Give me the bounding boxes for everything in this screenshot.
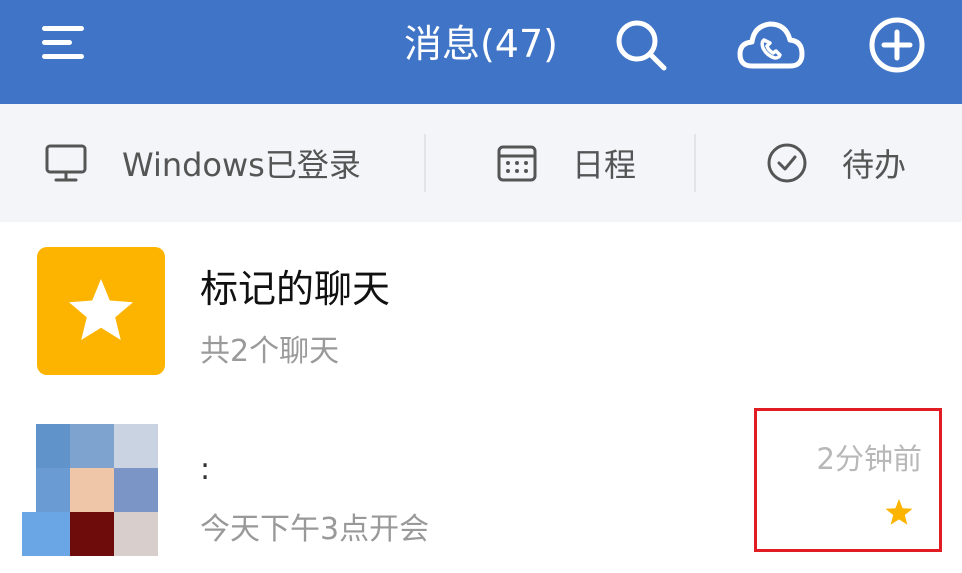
search-button[interactable] xyxy=(610,14,672,76)
chat-preview: 今天下午3点开会 xyxy=(200,512,430,547)
plus-circle-icon xyxy=(869,17,925,73)
check-circle-icon xyxy=(767,143,807,183)
starred-chats-title: 标记的聊天 xyxy=(200,267,391,311)
divider xyxy=(424,134,426,192)
monitor-icon xyxy=(45,144,87,182)
avatar xyxy=(22,424,164,556)
chat-name: : xyxy=(200,452,211,487)
cloud-call-button[interactable] xyxy=(736,14,806,76)
quick-access-bar: Windows已登录 日程 待办 xyxy=(0,104,962,223)
todo-button[interactable]: 待办 xyxy=(766,104,906,222)
starred-avatar xyxy=(37,247,165,375)
top-bar: 消息(47) xyxy=(0,0,962,104)
windows-login-label: Windows已登录 xyxy=(122,146,361,184)
menu-icon xyxy=(42,26,84,59)
windows-login-status[interactable]: Windows已登录 xyxy=(44,104,361,222)
search-icon xyxy=(616,20,667,71)
highlight-box xyxy=(754,408,942,552)
starred-chats-count: 共2个聊天 xyxy=(200,334,340,369)
page-title: 消息(47) xyxy=(403,22,558,66)
todo-label: 待办 xyxy=(842,146,907,184)
schedule-label: 日程 xyxy=(572,146,637,184)
schedule-button[interactable]: 日程 xyxy=(496,104,636,222)
menu-button[interactable] xyxy=(36,20,96,66)
starred-chats-item[interactable]: 标记的聊天 共2个聊天 xyxy=(0,222,962,400)
divider xyxy=(694,134,696,192)
calendar-icon xyxy=(497,145,537,182)
star-icon xyxy=(69,279,133,340)
cloud-phone-icon xyxy=(737,21,805,69)
add-button[interactable] xyxy=(866,14,928,76)
